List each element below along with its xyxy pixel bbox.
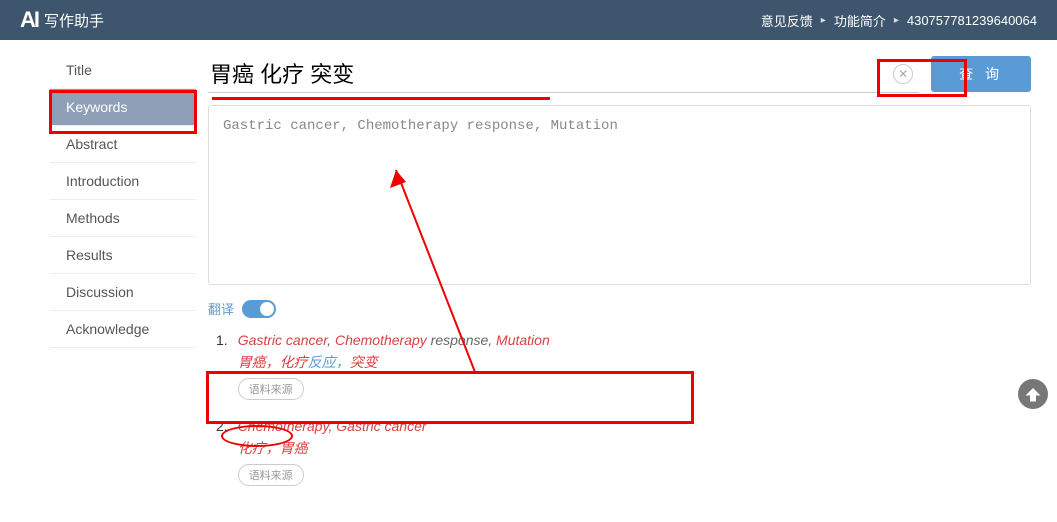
keywords-english: Gastric cancer, Chemotherapy response, M… bbox=[238, 332, 1031, 348]
sidebar: TitleKeywordsAbstractIntroductionMethods… bbox=[0, 40, 198, 522]
query-button[interactable]: 查 询 bbox=[931, 56, 1031, 92]
search-box: ✕ bbox=[208, 54, 919, 93]
app-title: 写作助手 bbox=[44, 10, 104, 31]
user-id[interactable]: 430757781239640064 bbox=[907, 13, 1037, 28]
sidebar-item-discussion[interactable]: Discussion bbox=[50, 274, 196, 311]
source-tag[interactable]: 语料来源 bbox=[238, 378, 304, 400]
result-number: 2. bbox=[216, 418, 228, 486]
result-textarea[interactable]: Gastric cancer, Chemotherapy response, M… bbox=[208, 105, 1031, 285]
header: AI 写作助手 意见反馈 ▸ 功能简介 ▸ 430757781239640064 bbox=[0, 0, 1057, 40]
result-item: 2. Chemotherapy, Gastric cancer 化疗，胃癌语料来源 bbox=[216, 418, 1031, 486]
translate-toggle[interactable] bbox=[242, 300, 276, 318]
result-body: Gastric cancer, Chemotherapy response, M… bbox=[238, 332, 1031, 400]
arrow-up-circle-icon bbox=[1015, 376, 1051, 412]
separator-icon: ▸ bbox=[821, 15, 826, 26]
keywords-chinese: 胃癌，化疗反应，突变 bbox=[238, 352, 1031, 372]
sidebar-item-acknowledge[interactable]: Acknowledge bbox=[50, 311, 196, 348]
scroll-top-button[interactable] bbox=[1015, 376, 1051, 412]
sidebar-item-keywords[interactable]: Keywords bbox=[50, 89, 196, 126]
clear-icon[interactable]: ✕ bbox=[893, 64, 913, 84]
keywords-chinese: 化疗，胃癌 bbox=[238, 438, 1031, 458]
feedback-link[interactable]: 意见反馈 bbox=[761, 11, 813, 30]
features-link[interactable]: 功能简介 bbox=[834, 11, 886, 30]
sidebar-item-introduction[interactable]: Introduction bbox=[50, 163, 196, 200]
logo-icon: AI bbox=[20, 7, 38, 33]
translate-row: 翻译 bbox=[208, 299, 1031, 318]
result-body: Chemotherapy, Gastric cancer 化疗，胃癌语料来源 bbox=[238, 418, 1031, 486]
translate-label: 翻译 bbox=[208, 299, 234, 318]
sidebar-item-title[interactable]: Title bbox=[50, 52, 196, 89]
result-number: 1. bbox=[216, 332, 228, 400]
content-area: ✕ 查 询 Gastric cancer, Chemotherapy respo… bbox=[198, 40, 1057, 522]
source-tag[interactable]: 语料来源 bbox=[238, 464, 304, 486]
result-list: 1. Gastric cancer, Chemotherapy response,… bbox=[208, 332, 1031, 486]
keywords-english: Chemotherapy, Gastric cancer bbox=[238, 418, 1031, 434]
sidebar-item-abstract[interactable]: Abstract bbox=[50, 126, 196, 163]
search-input[interactable] bbox=[208, 54, 919, 93]
result-item: 1. Gastric cancer, Chemotherapy response,… bbox=[216, 332, 1031, 400]
sidebar-item-methods[interactable]: Methods bbox=[50, 200, 196, 237]
separator-icon: ▸ bbox=[894, 15, 899, 26]
search-row: ✕ 查 询 bbox=[208, 54, 1031, 93]
sidebar-item-results[interactable]: Results bbox=[50, 237, 196, 274]
header-right: 意见反馈 ▸ 功能简介 ▸ 430757781239640064 bbox=[761, 11, 1037, 30]
